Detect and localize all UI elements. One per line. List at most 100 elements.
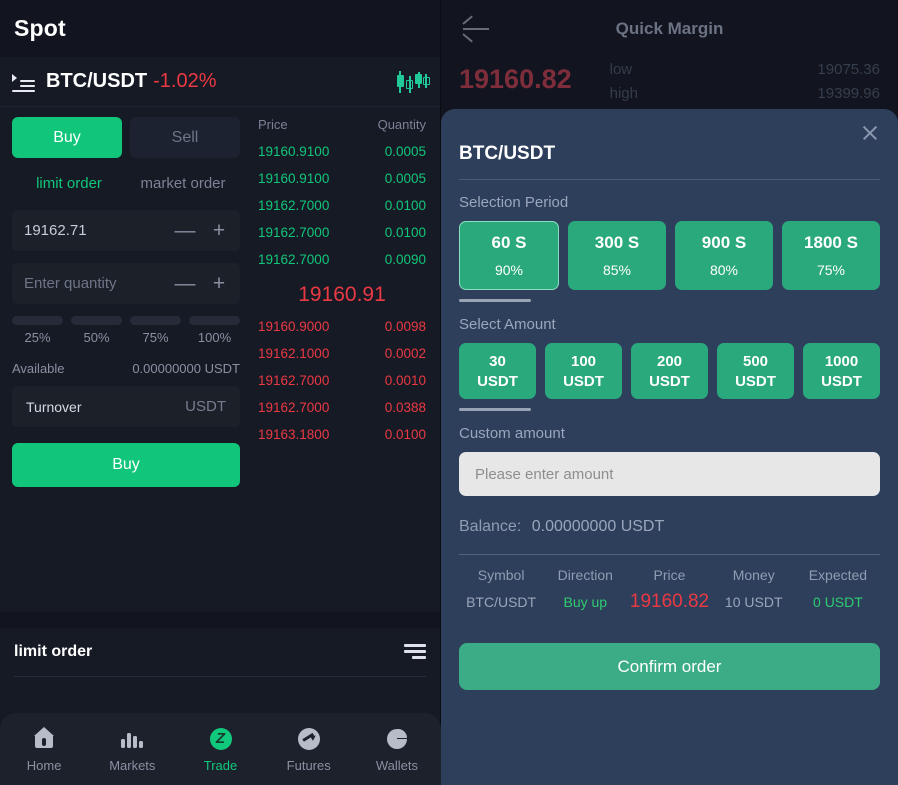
period-duration: 1800 S bbox=[804, 233, 858, 252]
percent-75[interactable]: 75% bbox=[130, 316, 181, 345]
amount-chip-500[interactable]: 500 USDT bbox=[717, 343, 794, 399]
period-rate: 85% bbox=[602, 262, 632, 278]
summary-direction: Buy up bbox=[563, 594, 608, 610]
trend-up-icon bbox=[296, 726, 322, 752]
order-book-row[interactable]: 19160.9000 0.0098 bbox=[258, 319, 426, 334]
order-modal: BTC/USDT Selection Period 60 S 90% 300 S… bbox=[441, 109, 898, 785]
order-book-row[interactable]: 19162.7000 0.0100 bbox=[258, 225, 426, 240]
order-book-row[interactable]: 19162.7000 0.0010 bbox=[258, 373, 426, 388]
quantity-decrement-icon[interactable]: — bbox=[168, 267, 202, 301]
price-decrement-icon[interactable]: — bbox=[168, 214, 202, 248]
percent-100[interactable]: 100% bbox=[189, 316, 240, 345]
orders-section-title: limit order bbox=[14, 643, 93, 660]
tab-limit-order[interactable]: limit order bbox=[12, 167, 126, 200]
tab-buy[interactable]: Buy bbox=[12, 117, 122, 158]
ob-price: 19162.1000 bbox=[258, 346, 330, 361]
ob-price: 19162.7000 bbox=[258, 400, 330, 415]
summary-values: BTC/USDT Buy up 19160.82 10 USDT 0 USDT bbox=[459, 591, 880, 613]
ob-qty: 0.0010 bbox=[384, 373, 426, 388]
amount-unit: USDT bbox=[821, 372, 862, 390]
ob-price: 19162.7000 bbox=[258, 252, 330, 267]
amount-chip-200[interactable]: 200 USDT bbox=[631, 343, 708, 399]
nav-label: Home bbox=[26, 757, 62, 773]
price-stepper[interactable]: 19162.71 — + bbox=[12, 210, 240, 251]
amount-scroll-indicator[interactable] bbox=[459, 408, 531, 411]
order-book-row[interactable]: 19163.1800 0.0100 bbox=[258, 427, 426, 442]
period-scroll-indicator[interactable] bbox=[459, 299, 531, 302]
low-row: low 19075.36 bbox=[610, 58, 880, 82]
quantity-stepper[interactable]: Enter quantity — + bbox=[12, 263, 240, 304]
amount-unit: USDT bbox=[735, 372, 776, 390]
pair-symbol[interactable]: BTC/USDT bbox=[46, 70, 147, 93]
high-value: 19399.96 bbox=[817, 85, 880, 102]
period-rate: 90% bbox=[494, 262, 524, 278]
order-book-row[interactable]: 19162.7000 0.0100 bbox=[258, 198, 426, 213]
order-book-header: Price Quantity bbox=[258, 117, 426, 132]
back-arrow-icon[interactable] bbox=[462, 15, 491, 43]
pie-chart-icon bbox=[384, 726, 410, 752]
nav-item-futures[interactable]: Futures bbox=[265, 726, 353, 773]
amount-chip-30[interactable]: 30 USDT bbox=[459, 343, 536, 399]
quick-margin-title: Quick Margin bbox=[615, 19, 724, 38]
orders-section-header: limit order bbox=[14, 628, 426, 676]
trade-icon: Z bbox=[208, 726, 234, 752]
order-book-row[interactable]: 19162.7000 0.0090 bbox=[258, 252, 426, 267]
ob-qty: 0.0005 bbox=[384, 144, 426, 159]
nav-label: Futures bbox=[286, 757, 331, 773]
period-chip-60s[interactable]: 60 S 90% bbox=[459, 221, 559, 290]
price-input[interactable]: 19162.71 bbox=[24, 222, 168, 239]
pair-bar: BTC/USDT -1.02% bbox=[0, 57, 440, 107]
period-duration: 900 S bbox=[701, 233, 747, 252]
ob-qty: 0.0002 bbox=[384, 346, 426, 361]
order-book-row[interactable]: 19160.9100 0.0005 bbox=[258, 144, 426, 159]
period-rate: 75% bbox=[816, 262, 846, 278]
submit-buy-button[interactable]: Buy bbox=[12, 443, 240, 487]
amount-chip-1000[interactable]: 1000 USDT bbox=[803, 343, 880, 399]
nav-item-markets[interactable]: Markets bbox=[88, 726, 176, 773]
filter-icon[interactable] bbox=[404, 644, 426, 660]
summary-header-direction: Direction bbox=[557, 567, 613, 583]
percent-25[interactable]: 25% bbox=[12, 316, 63, 345]
percent-label: 25% bbox=[24, 330, 51, 345]
amount-chip-100[interactable]: 100 USDT bbox=[545, 343, 622, 399]
summary-headers: Symbol Direction Price Money Expected bbox=[459, 567, 880, 583]
quick-margin-panel: Quick Margin 19160.82 low 19075.36 high … bbox=[441, 0, 898, 785]
col-quantity: Quantity bbox=[377, 117, 426, 132]
ob-price: 19162.7000 bbox=[258, 198, 330, 213]
page-title: Spot bbox=[14, 15, 66, 41]
turnover-field[interactable]: Turnover USDT bbox=[12, 386, 240, 427]
percent-50[interactable]: 50% bbox=[71, 316, 122, 345]
quantity-input[interactable]: Enter quantity bbox=[24, 275, 168, 292]
period-chip-900s[interactable]: 900 S 80% bbox=[675, 221, 773, 290]
tab-sell[interactable]: Sell bbox=[130, 117, 240, 158]
quick-margin-header: Quick Margin bbox=[441, 0, 898, 58]
current-price: 19160.82 bbox=[459, 64, 572, 94]
period-chip-1800s[interactable]: 1800 S 75% bbox=[782, 221, 880, 290]
order-book-row[interactable]: 19162.1000 0.0002 bbox=[258, 346, 426, 361]
close-icon[interactable] bbox=[860, 123, 880, 143]
candlestick-icon[interactable] bbox=[394, 68, 430, 96]
high-label: high bbox=[609, 85, 638, 102]
confirm-order-button[interactable]: Confirm order bbox=[459, 643, 880, 690]
turnover-label: Turnover bbox=[26, 398, 82, 415]
ob-qty: 0.0090 bbox=[384, 252, 426, 267]
price-increment-icon[interactable]: + bbox=[202, 214, 236, 248]
available-label: Available bbox=[12, 361, 65, 376]
ob-price: 19160.9000 bbox=[258, 319, 330, 334]
nav-item-home[interactable]: Home bbox=[0, 726, 88, 773]
percent-row: 25% 50% 75% 100% bbox=[12, 316, 240, 345]
amount-unit: USDT bbox=[477, 372, 518, 390]
nav-item-trade[interactable]: Z Trade bbox=[176, 726, 264, 773]
quantity-increment-icon[interactable]: + bbox=[202, 267, 236, 301]
section-divider bbox=[0, 612, 440, 628]
list-icon[interactable] bbox=[12, 73, 36, 92]
tab-market-order[interactable]: market order bbox=[126, 167, 240, 200]
order-book-row[interactable]: 19160.9100 0.0005 bbox=[258, 171, 426, 186]
nav-item-wallets[interactable]: Wallets bbox=[353, 726, 441, 773]
percent-bar bbox=[12, 316, 63, 325]
custom-amount-field[interactable]: Please enter amount bbox=[459, 452, 880, 496]
ob-price: 19163.1800 bbox=[258, 427, 330, 442]
order-book-row[interactable]: 19162.7000 0.0388 bbox=[258, 400, 426, 415]
ob-qty: 0.0100 bbox=[384, 198, 426, 213]
period-chip-300s[interactable]: 300 S 85% bbox=[568, 221, 666, 290]
